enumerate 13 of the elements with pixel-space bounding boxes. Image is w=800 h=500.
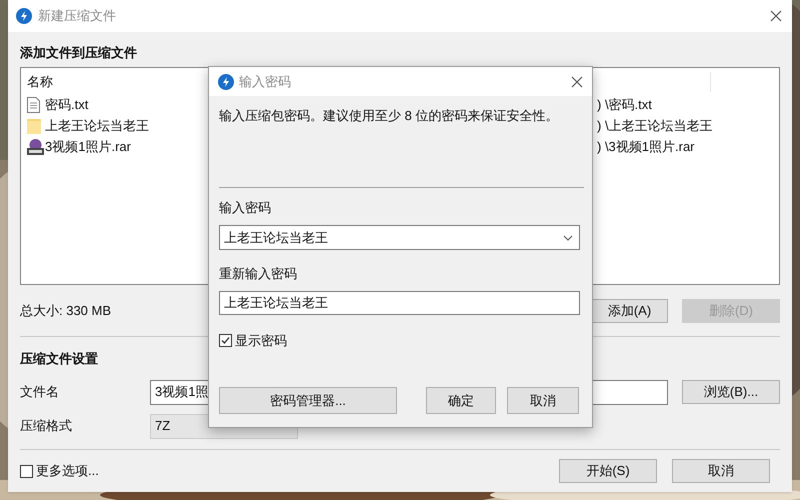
field-label: 压缩格式 [20, 417, 73, 436]
file-path: ) \上老王论坛当老王 [597, 116, 714, 135]
field-label: 输入密码 [219, 198, 271, 216]
window-title: 新建压缩文件 [38, 7, 116, 26]
dialog-title: 输入密码 [239, 72, 291, 91]
section-title: 压缩文件设置 [20, 350, 98, 368]
file-path: ) \密码.txt [597, 96, 653, 114]
section-title: 添加文件到压缩文件 [20, 44, 137, 62]
dialog-message: 输入压缩包密码。建议使用至少 8 位的密码来保证安全性。 [219, 107, 558, 125]
field-label: 重新输入密码 [219, 265, 297, 283]
field-label: 文件名 [20, 383, 60, 402]
file-path: ) \3视频1照片.rar [597, 138, 696, 156]
total-size: 总大小: 330 MB [20, 302, 112, 320]
